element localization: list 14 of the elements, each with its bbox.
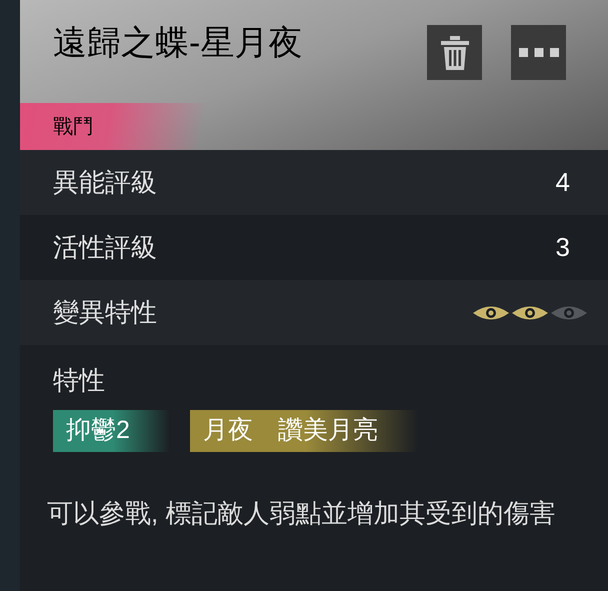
more-icon	[518, 48, 558, 57]
item-title: 遠歸之蝶-星月夜	[53, 23, 302, 64]
description-text: 可以參戰, 標記敵人弱點並增加其受到的傷害	[47, 497, 556, 530]
trait-tag: 月夜 讚美月亮	[190, 410, 418, 452]
more-button[interactable]	[511, 25, 566, 80]
trash-icon	[440, 36, 468, 70]
stat-label: 變異特性	[53, 296, 157, 329]
trait-tag: 抑鬱2	[53, 410, 170, 452]
delete-button[interactable]	[427, 25, 482, 80]
traits-label: 特性	[53, 364, 106, 397]
stat-label: 異能評級	[53, 166, 157, 199]
stat-value: 4	[556, 166, 571, 199]
stat-value: 3	[556, 231, 571, 264]
stat-label: 活性評級	[53, 231, 157, 264]
